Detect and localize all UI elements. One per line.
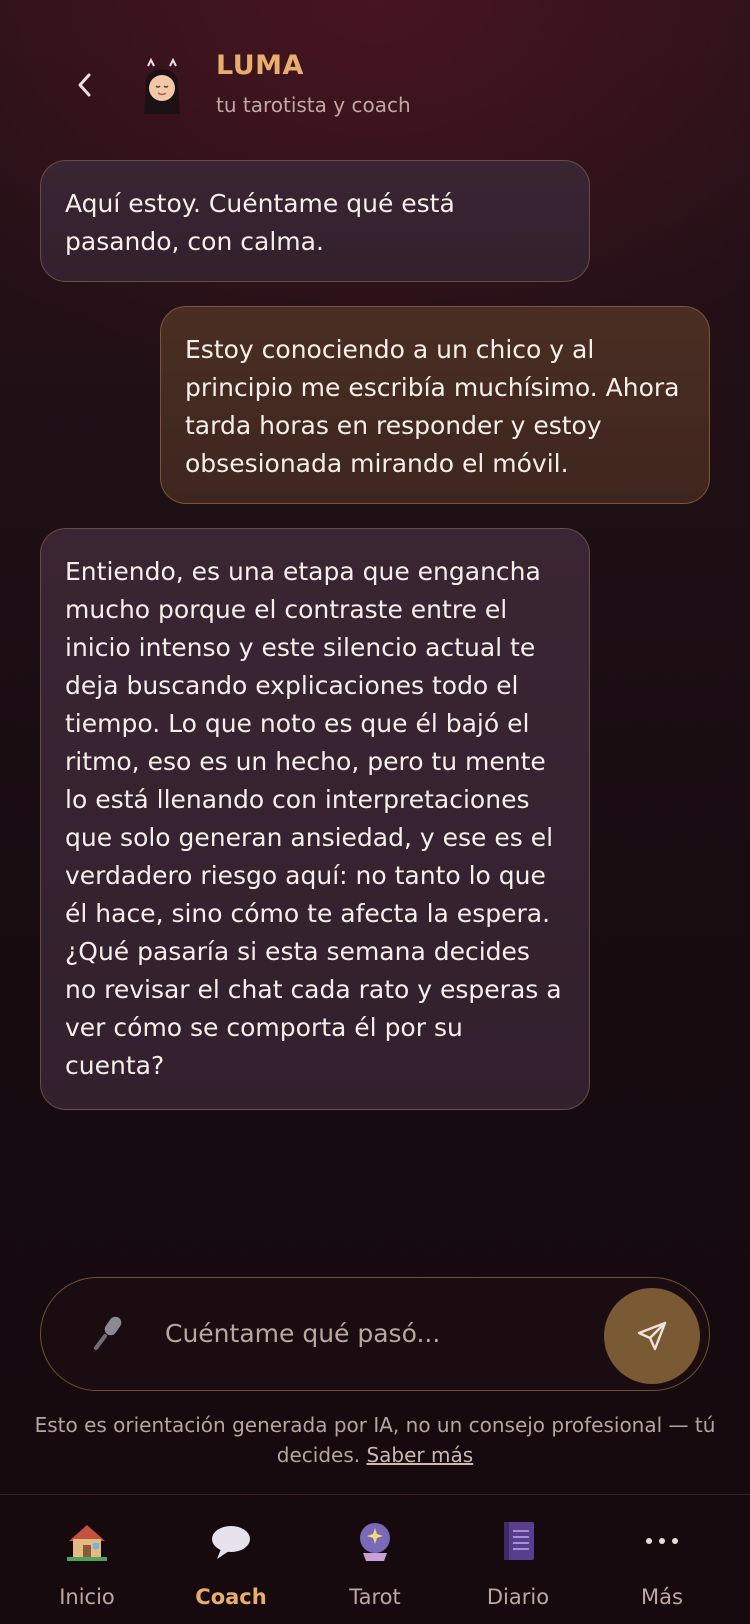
send-button[interactable] — [604, 1288, 700, 1384]
message-composer — [40, 1277, 710, 1391]
learn-more-link[interactable]: Saber más — [366, 1443, 473, 1467]
page-subtitle: tu tarotista y coach — [216, 93, 411, 117]
tab-label: Coach — [195, 1585, 267, 1609]
avatar — [136, 56, 188, 116]
more-icon — [646, 1538, 678, 1544]
back-button[interactable] — [60, 60, 110, 110]
tab-label: Tarot — [349, 1585, 401, 1609]
tab-diario[interactable]: Diario — [443, 1495, 593, 1624]
tab-label: Diario — [486, 1585, 550, 1609]
bot-message: Aquí estoy. Cuéntame qué está pasando, c… — [40, 160, 590, 282]
tab-tarot[interactable]: Tarot — [300, 1495, 450, 1624]
tab-label: Más — [641, 1585, 683, 1609]
crystal-ball-icon — [360, 1523, 390, 1561]
microphone-icon — [94, 1316, 122, 1350]
speech-bubble-icon — [212, 1526, 250, 1559]
tab-inicio[interactable]: Inicio — [12, 1495, 162, 1624]
microphone-button[interactable] — [87, 1310, 133, 1356]
page-title: LUMA — [216, 50, 304, 81]
bot-message: Entiendo, es una etapa que engancha much… — [40, 528, 590, 1110]
bottom-tab-bar: Inicio Coach Tarot Diario Más — [0, 1494, 750, 1624]
chat-header: LUMA tu tarotista y coach — [0, 0, 750, 150]
house-icon — [67, 1525, 107, 1561]
message-input[interactable] — [165, 1300, 585, 1366]
tab-mas[interactable]: Más — [587, 1495, 737, 1624]
notebook-icon — [504, 1522, 534, 1560]
luma-avatar-icon — [144, 57, 180, 114]
tab-label: Inicio — [59, 1585, 115, 1609]
send-icon — [637, 1321, 667, 1351]
user-message: Estoy conociendo a un chico y al princip… — [160, 306, 710, 504]
tab-coach[interactable]: Coach — [156, 1495, 306, 1624]
chevron-left-icon — [78, 73, 91, 97]
ai-disclaimer: Esto es orientación generada por IA, no … — [30, 1410, 720, 1470]
